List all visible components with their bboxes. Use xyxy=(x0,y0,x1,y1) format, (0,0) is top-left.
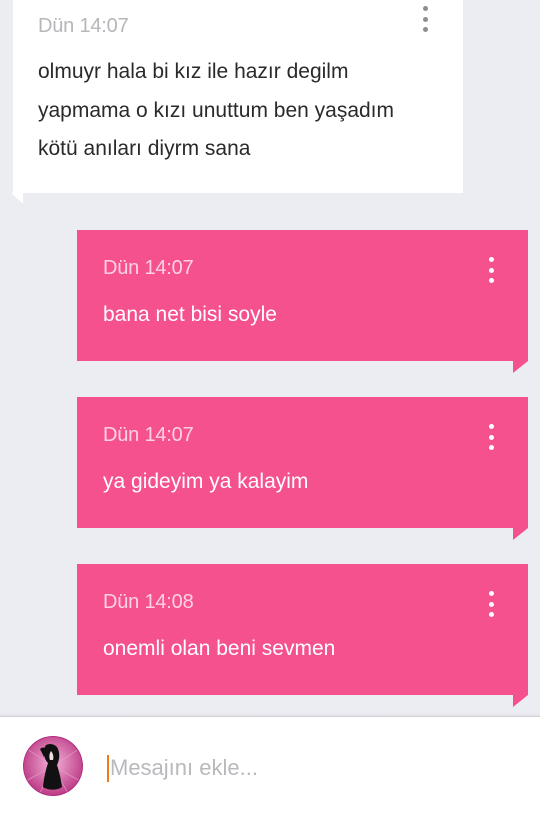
message-line: olmuyr hala bi kız ile hazır degilm xyxy=(38,60,349,83)
message-text: ya gideyim ya kalayim xyxy=(103,470,309,493)
outgoing-bubble-tail xyxy=(513,528,528,540)
user-avatar[interactable] xyxy=(24,737,82,795)
message-timestamp: Dün 14:07 xyxy=(103,257,194,279)
incoming-message: Dün 14:07 olmuyr hala bi kız ile hazır d… xyxy=(13,0,463,193)
incoming-bubble-tail xyxy=(11,193,23,204)
message-timestamp: Dün 14:08 xyxy=(103,591,194,613)
text-caret xyxy=(107,755,109,782)
avatar-image xyxy=(24,737,82,795)
more-vertical-icon[interactable] xyxy=(481,257,501,283)
outgoing-bubble-tail xyxy=(513,361,528,373)
message-line: kötü anıları diyrm sana xyxy=(38,137,251,160)
outgoing-message: Dün 14:07 ya gideyim ya kalayim xyxy=(77,397,528,528)
message-line: yapmama o kızı unuttum ben yaşadım xyxy=(38,98,395,122)
message-text: bana net bisi soyle xyxy=(103,303,277,326)
outgoing-message: Dün 14:08 onemli olan beni sevmen xyxy=(77,564,528,695)
message-composer xyxy=(0,713,540,814)
message-timestamp: Dün 14:07 xyxy=(103,424,194,446)
outgoing-bubble-tail xyxy=(513,695,528,707)
message-text: onemli olan beni sevmen xyxy=(103,637,336,660)
message-input-wrapper xyxy=(107,753,507,783)
more-vertical-icon[interactable] xyxy=(481,591,501,617)
message-text: olmuyr hala bi kız ile hazır degilm yapm… xyxy=(38,53,453,169)
more-vertical-icon[interactable] xyxy=(415,6,435,32)
message-timestamp: Dün 14:07 xyxy=(38,15,129,37)
message-input[interactable] xyxy=(110,753,505,783)
outgoing-message: Dün 14:07 bana net bisi soyle xyxy=(77,230,528,361)
more-vertical-icon[interactable] xyxy=(481,424,501,450)
